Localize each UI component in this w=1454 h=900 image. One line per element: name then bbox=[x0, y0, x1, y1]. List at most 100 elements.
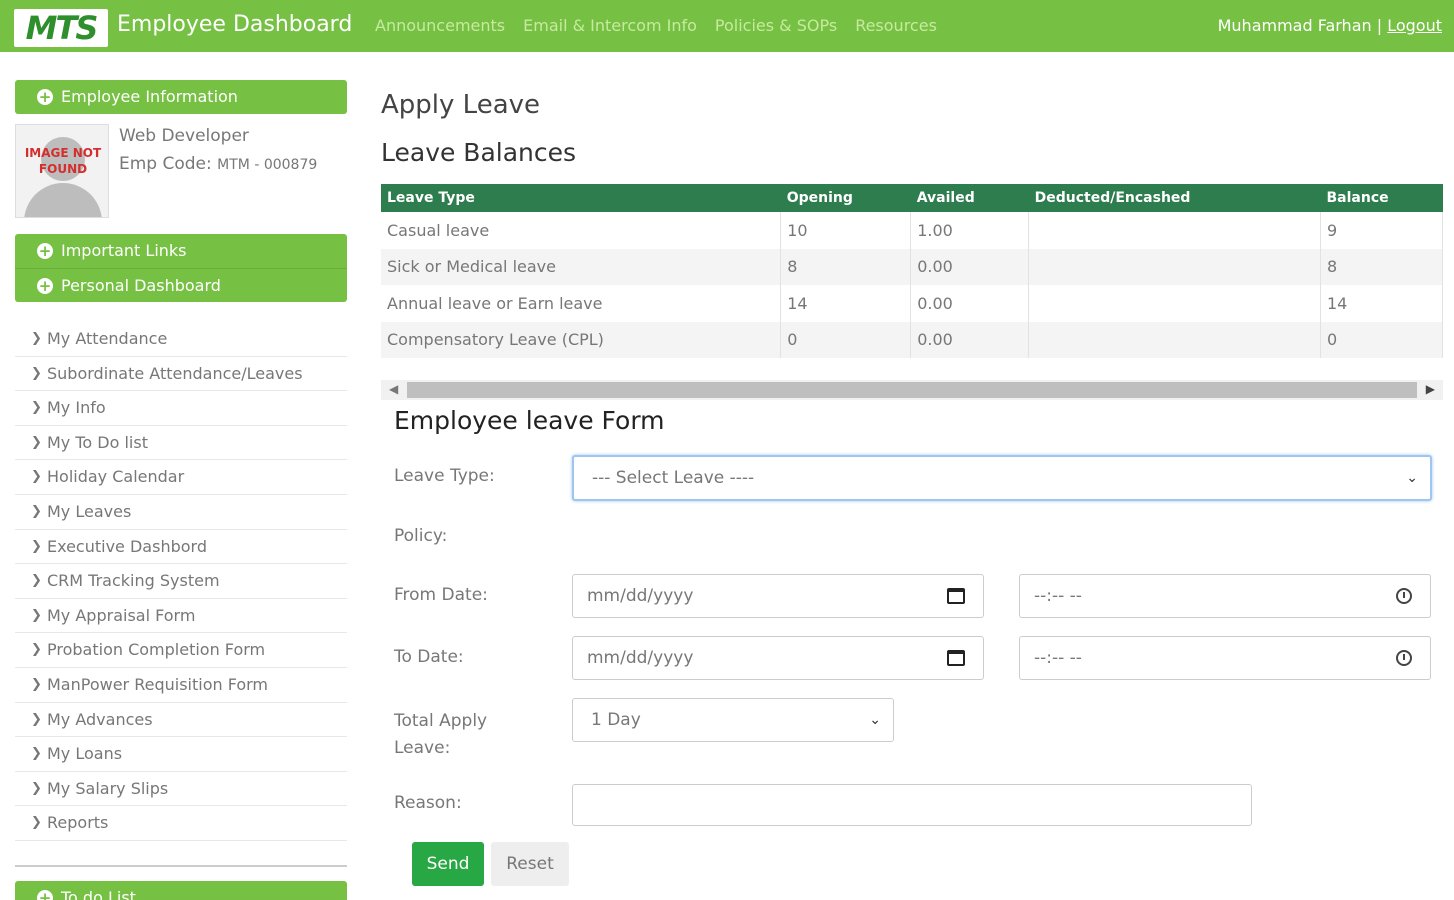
sidebar-item-holiday-calendar[interactable]: ❯ Holiday Calendar bbox=[15, 460, 347, 495]
sidebar-item-my-advances[interactable]: ❯ My Advances bbox=[15, 703, 347, 738]
leave-balances-table: Leave Type Opening Availed Deducted/Enca… bbox=[381, 184, 1443, 358]
sidebar-item-my-leaves[interactable]: ❯ My Leaves bbox=[15, 495, 347, 530]
chevron-right-icon: ❯ bbox=[31, 815, 42, 831]
emp-code-value: MTM - 000879 bbox=[217, 157, 318, 173]
sidebar-item-subordinate-attendance[interactable]: ❯ Subordinate Attendance/Leaves bbox=[15, 357, 347, 392]
col-deducted-encashed: Deducted/Encashed bbox=[1028, 184, 1321, 212]
image-not-found-text: IMAGE NOT FOUND bbox=[24, 146, 102, 176]
personal-dashboard-header[interactable]: + Personal Dashboard bbox=[15, 268, 347, 302]
employee-information-label: Employee Information bbox=[61, 87, 238, 106]
sidebar-item-reports[interactable]: ❯ Reports bbox=[15, 806, 347, 841]
calendar-icon[interactable] bbox=[947, 588, 965, 604]
to-date-placeholder: mm/dd/yyyy bbox=[587, 648, 694, 668]
sidebar-item-probation-completion[interactable]: ❯ Probation Completion Form bbox=[15, 633, 347, 668]
main-content: Apply Leave Leave Balances Leave Type Op… bbox=[381, 90, 1443, 886]
clock-icon[interactable] bbox=[1396, 588, 1412, 604]
to-time-placeholder: --:-- -- bbox=[1034, 648, 1082, 668]
table-row: Annual leave or Earn leave 14 0.00 14 bbox=[381, 285, 1443, 322]
logout-link[interactable]: Logout bbox=[1387, 16, 1442, 35]
chevron-right-icon: ❯ bbox=[31, 538, 42, 554]
cell-opening: 10 bbox=[780, 212, 912, 249]
leave-balances-title: Leave Balances bbox=[381, 138, 577, 167]
plus-circle-icon: + bbox=[37, 277, 53, 295]
leave-type-selected-value: --- Select Leave ---- bbox=[592, 468, 755, 488]
nav-resources[interactable]: Resources bbox=[855, 16, 937, 35]
sidebar-item-label: My Salary Slips bbox=[47, 778, 169, 798]
todo-list-header[interactable]: + To do List bbox=[15, 881, 347, 900]
sidebar-item-label: My Loans bbox=[47, 744, 123, 764]
sidebar-item-label: Holiday Calendar bbox=[47, 467, 185, 487]
sidebar-item-label: My Info bbox=[47, 398, 106, 418]
todo-list-label: To do List bbox=[61, 888, 136, 900]
to-time-input[interactable]: --:-- -- bbox=[1019, 636, 1431, 680]
scroll-left-arrow-icon[interactable]: ◀ bbox=[389, 382, 398, 396]
page-title: Apply Leave bbox=[381, 90, 541, 120]
chevron-right-icon: ❯ bbox=[31, 331, 42, 346]
send-button[interactable]: Send bbox=[412, 842, 484, 886]
chevron-right-icon: ❯ bbox=[31, 469, 42, 485]
from-date-label: From Date: bbox=[394, 585, 488, 605]
chevron-right-icon: ❯ bbox=[31, 573, 42, 589]
col-availed: Availed bbox=[910, 184, 1029, 212]
total-apply-leave-label: Total Apply Leave: bbox=[394, 708, 487, 762]
total-apply-label-line1: Total Apply bbox=[394, 711, 488, 731]
scroll-right-arrow-icon[interactable]: ▶ bbox=[1426, 382, 1435, 396]
scrollbar-thumb[interactable] bbox=[407, 382, 1417, 398]
sidebar-divider bbox=[15, 864, 347, 867]
user-box: Muhammad Farhan | Logout bbox=[1218, 16, 1442, 35]
calendar-icon[interactable] bbox=[947, 650, 965, 666]
employee-code: Emp Code: MTM - 000879 bbox=[119, 154, 317, 174]
avatar: IMAGE NOT FOUND bbox=[15, 124, 109, 218]
to-date-input[interactable]: mm/dd/yyyy bbox=[572, 636, 984, 680]
cell-opening: 8 bbox=[780, 248, 912, 285]
sidebar-item-my-loans[interactable]: ❯ My Loans bbox=[15, 737, 347, 772]
important-links-header[interactable]: + Important Links bbox=[15, 234, 347, 268]
nav-email-intercom[interactable]: Email & Intercom Info bbox=[523, 16, 697, 35]
policy-label: Policy: bbox=[394, 526, 448, 546]
cell-balance: 0 bbox=[1320, 321, 1443, 358]
sidebar-item-my-todo-list[interactable]: ❯ My To Do list bbox=[15, 426, 347, 461]
from-time-input[interactable]: --:-- -- bbox=[1019, 574, 1431, 618]
total-apply-leave-select[interactable]: 1 Day ⌄ bbox=[572, 698, 894, 742]
col-leave-type: Leave Type bbox=[381, 184, 781, 212]
leave-type-select[interactable]: --- Select Leave ---- ⌄ bbox=[572, 455, 1432, 501]
sidebar-item-crm-tracking[interactable]: ❯ CRM Tracking System bbox=[15, 564, 347, 599]
sidebar-item-my-attendance[interactable]: ❯ My Attendance bbox=[15, 322, 347, 357]
chevron-right-icon: ❯ bbox=[31, 400, 42, 416]
leave-type-label: Leave Type: bbox=[394, 466, 495, 486]
from-date-input[interactable]: mm/dd/yyyy bbox=[572, 574, 984, 618]
sidebar-item-my-salary-slips[interactable]: ❯ My Salary Slips bbox=[15, 772, 347, 807]
sidebar-item-my-appraisal-form[interactable]: ❯ My Appraisal Form bbox=[15, 599, 347, 634]
top-nav: Announcements Email & Intercom Info Poli… bbox=[375, 16, 937, 35]
sidebar-item-label: Probation Completion Form bbox=[47, 640, 266, 660]
nav-policies-sops[interactable]: Policies & SOPs bbox=[715, 16, 837, 35]
employee-information-header[interactable]: + Employee Information bbox=[15, 80, 347, 114]
cell-opening: 0 bbox=[780, 321, 912, 358]
chevron-right-icon: ❯ bbox=[31, 607, 42, 623]
sidebar-item-label: Subordinate Attendance/Leaves bbox=[47, 363, 303, 383]
sidebar-item-label: CRM Tracking System bbox=[47, 571, 220, 591]
chevron-right-icon: ❯ bbox=[31, 711, 42, 727]
emp-code-label: Emp Code: bbox=[119, 154, 212, 174]
chevron-down-icon: ⌄ bbox=[869, 712, 881, 728]
company-logo[interactable]: MTS bbox=[14, 9, 108, 47]
important-links-label: Important Links bbox=[61, 241, 187, 260]
nav-announcements[interactable]: Announcements bbox=[375, 16, 505, 35]
total-apply-selected-value: 1 Day bbox=[591, 710, 641, 730]
table-horizontal-scrollbar[interactable]: ◀ ▶ bbox=[381, 380, 1443, 400]
clock-icon[interactable] bbox=[1396, 650, 1412, 666]
chevron-right-icon: ❯ bbox=[31, 676, 42, 692]
reset-button[interactable]: Reset bbox=[491, 842, 569, 886]
avatar-body-shape bbox=[24, 183, 102, 217]
cell-deducted bbox=[1028, 212, 1321, 249]
sidebar-item-executive-dashboard[interactable]: ❯ Executive Dashbord bbox=[15, 530, 347, 565]
reason-input[interactable] bbox=[572, 784, 1252, 826]
to-date-label: To Date: bbox=[394, 647, 464, 667]
chevron-right-icon: ❯ bbox=[31, 642, 42, 658]
cell-availed: 0.00 bbox=[910, 321, 1030, 358]
sidebar-item-manpower-requisition[interactable]: ❯ ManPower Requisition Form bbox=[15, 668, 347, 703]
reason-label: Reason: bbox=[394, 793, 462, 813]
table-header-row: Leave Type Opening Availed Deducted/Enca… bbox=[381, 184, 1443, 212]
cell-leave-type: Sick or Medical leave bbox=[381, 248, 782, 285]
sidebar-item-my-info[interactable]: ❯ My Info bbox=[15, 391, 347, 426]
